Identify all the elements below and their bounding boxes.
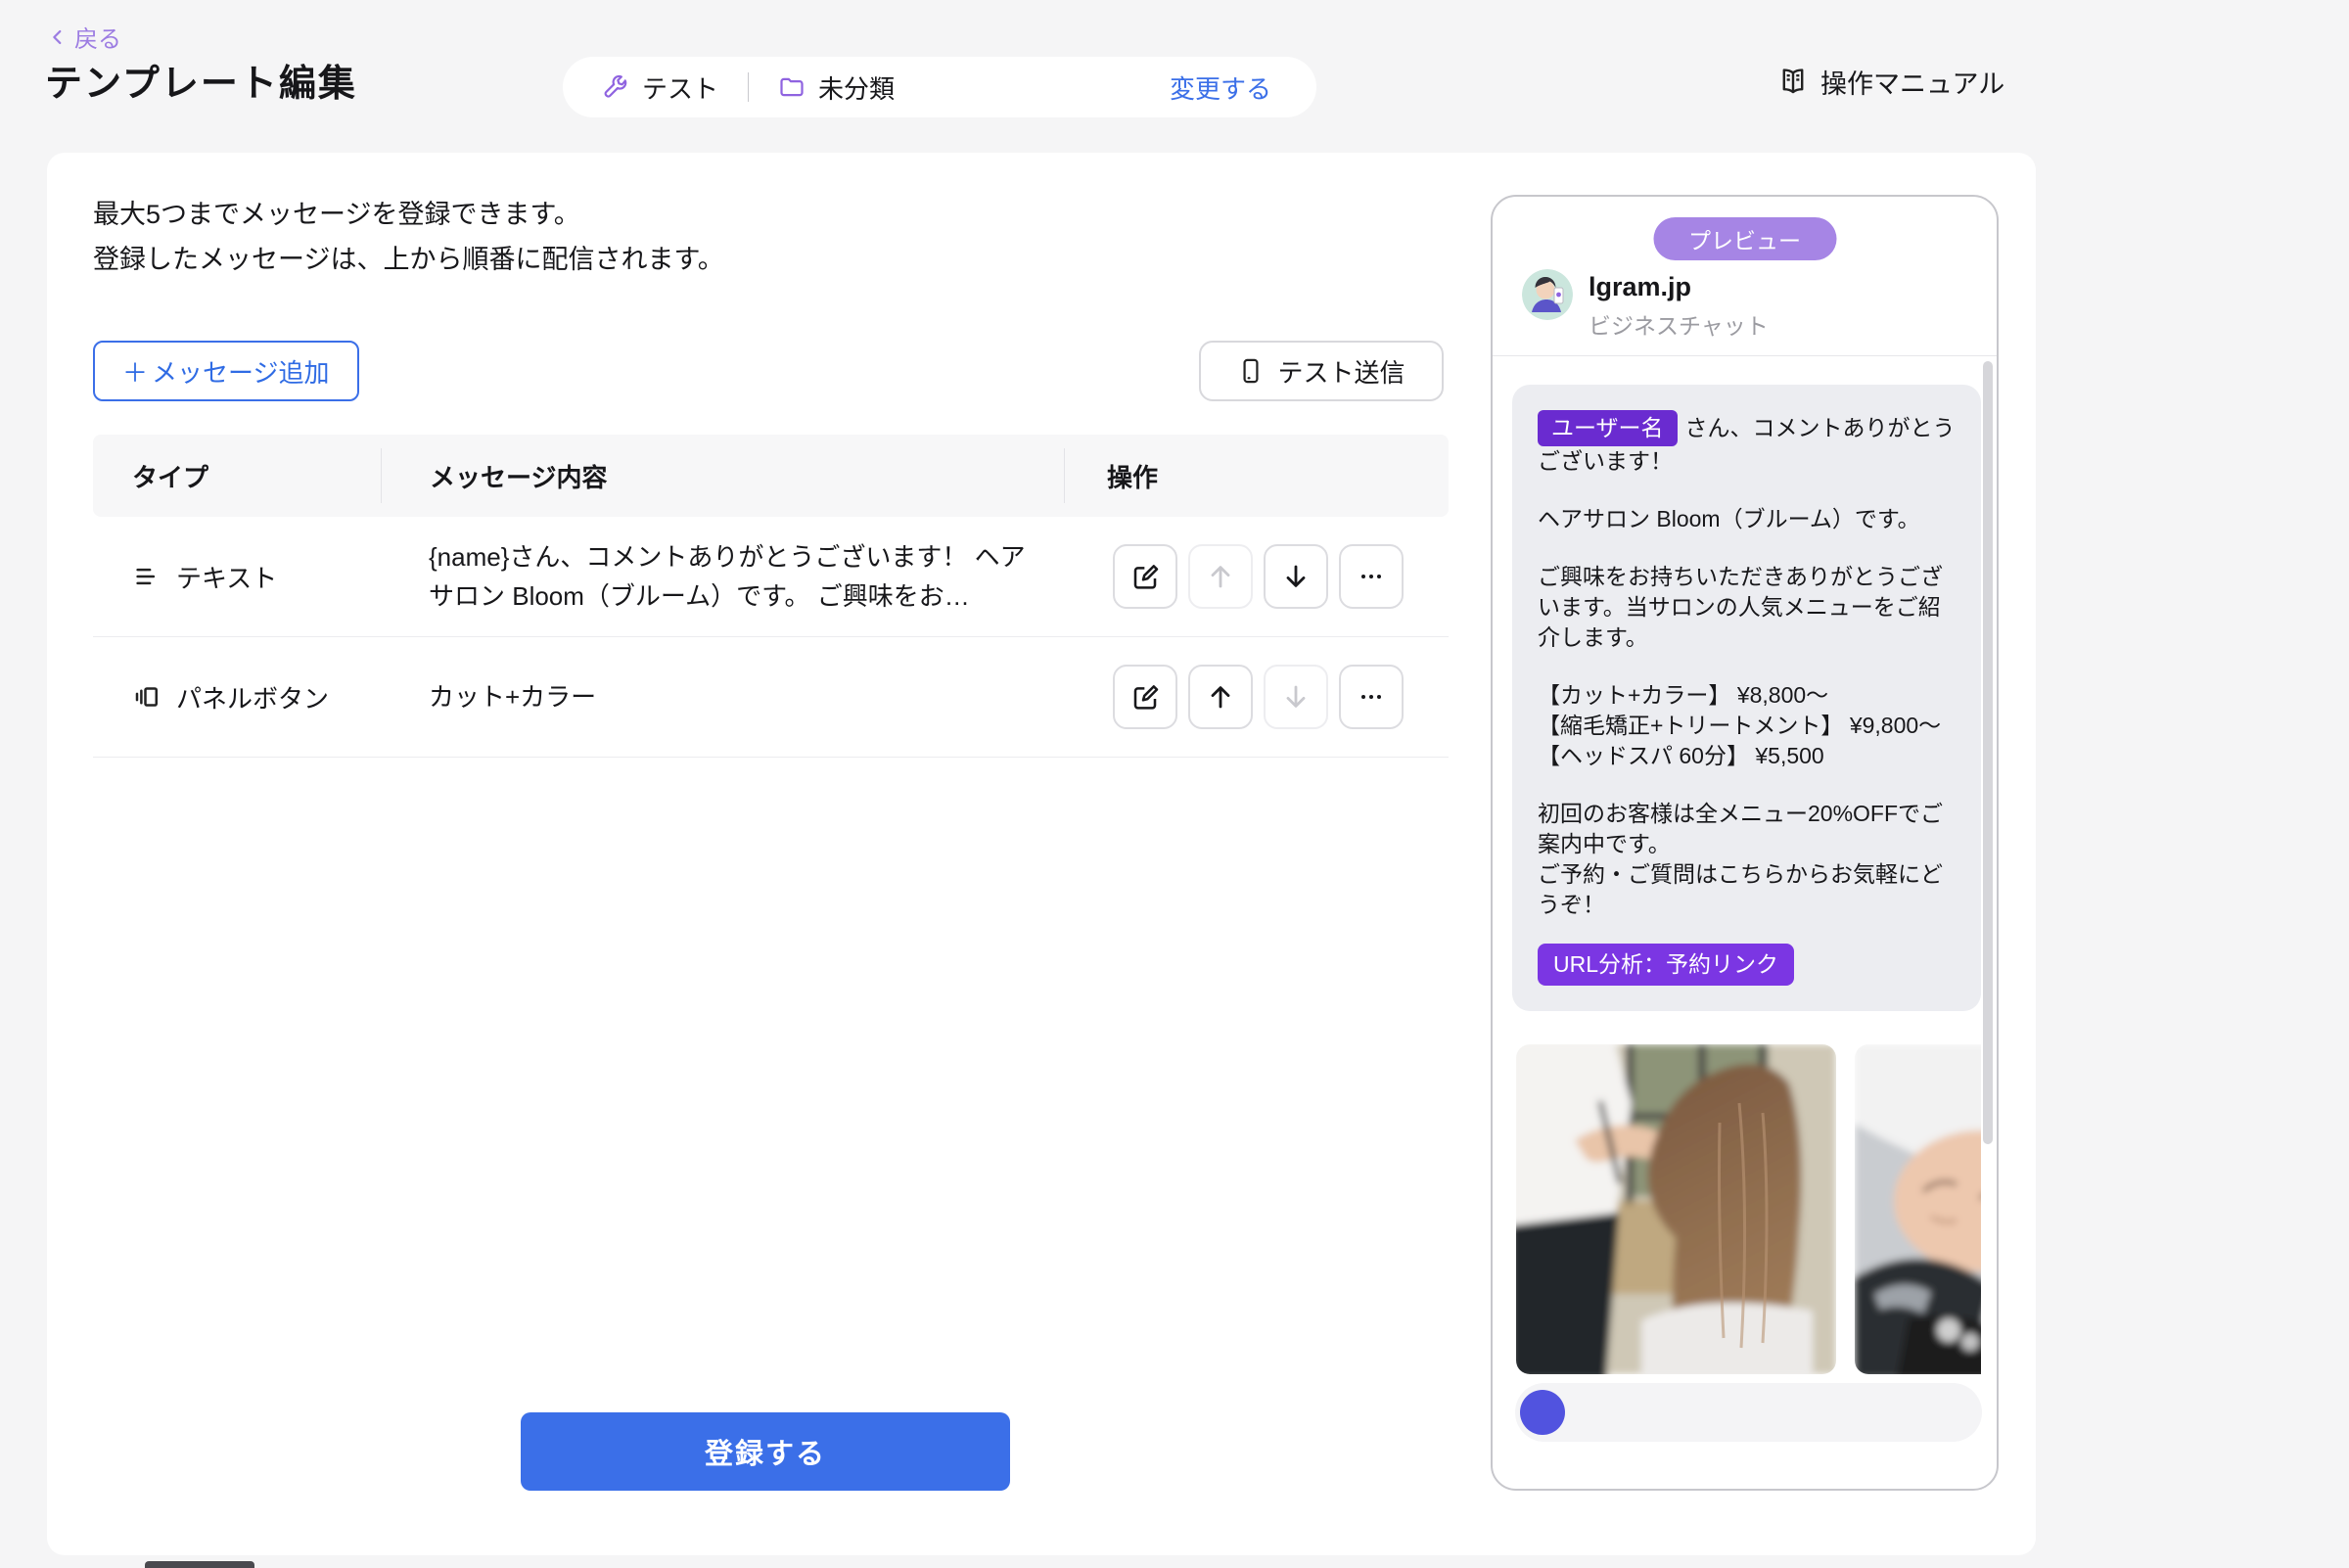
preview-divider (1493, 355, 1997, 356)
instructions: 最大5つまでメッセージを登録できます。 登録したメッセージは、上から順番に配信さ… (93, 192, 724, 282)
carousel-dot[interactable] (1520, 1390, 1565, 1435)
panel-button-icon (132, 682, 161, 712)
plus-icon: ＋ (122, 353, 148, 390)
preview-scrollbar[interactable] (1983, 361, 1993, 1144)
actions-cell (1064, 665, 1449, 729)
message-table: タイプ メッセージ内容 操作 テキスト {name}さん、コメントありがとうござ… (93, 435, 1449, 758)
chat-paragraph-1: ユーザー名さん、コメントありがとうございます！ (1538, 410, 1956, 477)
move-up-button (1188, 544, 1253, 609)
move-down-button[interactable] (1264, 544, 1328, 609)
template-meta-bar: テスト 未分類 変更する (563, 57, 1316, 117)
carousel-image-haircut (1516, 1044, 1836, 1374)
message-content: カット+カラー (381, 677, 1064, 716)
meta-divider (748, 72, 749, 102)
more-button[interactable] (1339, 544, 1404, 609)
chat-menu-list: 【カット+カラー】 ¥8,800〜 【縮毛矯正+トリートメント】 ¥9,800〜… (1538, 680, 1956, 771)
category-label: 未分類 (818, 69, 895, 106)
pencil-square-icon (1129, 681, 1161, 713)
carousel-bar (1515, 1383, 1982, 1442)
table-row: パネルボタン カット+カラー (93, 637, 1449, 758)
back-label: 戻る (74, 20, 121, 54)
chevron-left-icon (47, 26, 69, 48)
avatar (1522, 269, 1573, 320)
preview-badge: プレビュー (1653, 217, 1836, 260)
type-cell: テキスト (93, 559, 381, 595)
pencil-square-icon (1129, 561, 1161, 592)
move-down-button (1264, 665, 1328, 729)
add-message-label: メッセージ追加 (152, 353, 329, 390)
col-actions: 操作 (1064, 448, 1449, 503)
chat-bubble: ユーザー名さん、コメントありがとうございます！ ヘアサロン Bloom（ブルーム… (1512, 385, 1981, 1011)
register-button[interactable]: 登録する (521, 1412, 1010, 1491)
ellipsis-icon (1356, 561, 1387, 592)
move-up-button[interactable] (1188, 665, 1253, 729)
message-content: {name}さん、コメントありがとうございます！ ヘアサロン Bloom（ブルー… (381, 537, 1064, 616)
user-name-badge: ユーザー名 (1538, 410, 1678, 446)
chat-paragraph-2: ヘアサロン Bloom（ブルーム）です。 (1538, 504, 1956, 534)
arrow-up-icon (1205, 561, 1236, 592)
type-label: テキスト (176, 559, 277, 595)
folder-icon (778, 73, 806, 101)
type-label: パネルボタン (176, 679, 329, 715)
test-send-button[interactable]: テスト送信 (1199, 341, 1444, 401)
wrench-icon (602, 73, 629, 101)
template-name: テスト (642, 69, 718, 106)
page-title: テンプレート編集 (45, 53, 357, 107)
bottom-edge-artifact (145, 1561, 254, 1568)
change-template-button[interactable]: 変更する (1170, 69, 1271, 106)
ellipsis-icon (1356, 681, 1387, 713)
arrow-down-icon (1280, 681, 1312, 713)
arrow-up-icon (1205, 681, 1236, 713)
table-header: タイプ メッセージ内容 操作 (93, 435, 1449, 517)
account-name: lgram.jp (1589, 272, 1691, 302)
url-analysis-badge: URL分析：予約リンク (1538, 944, 1794, 986)
col-content: メッセージ内容 (381, 448, 1064, 503)
image-carousel (1516, 1044, 1981, 1374)
edit-button[interactable] (1113, 665, 1177, 729)
type-cell: パネルボタン (93, 679, 381, 715)
chat-paragraph-3: ご興味をお持ちいただきありがとうございます。当サロンの人気メニューをご紹介します… (1538, 562, 1956, 653)
edit-button[interactable] (1113, 544, 1177, 609)
manual-link[interactable]: 操作マニュアル (1776, 63, 2004, 101)
actions-cell (1064, 544, 1449, 609)
open-book-icon (1776, 66, 1810, 99)
manual-label: 操作マニュアル (1820, 63, 2004, 101)
arrow-down-icon (1280, 561, 1312, 592)
back-link[interactable]: 戻る (47, 20, 121, 54)
carousel-image-hairwash (1855, 1044, 1981, 1374)
instructions-line1: 最大5つまでメッセージを登録できます。 (93, 192, 724, 237)
table-row: テキスト {name}さん、コメントありがとうございます！ ヘアサロン Bloo… (93, 517, 1449, 637)
chat-promo: 初回のお客様は全メニュー20%OFFでご案内中です。 ご予約・ご質問はこちらから… (1538, 799, 1956, 920)
preview-panel: プレビュー lgram.jp ビジネスチャット ユーザー名さん、コメントありがと… (1491, 195, 1999, 1491)
text-lines-icon (132, 562, 161, 591)
more-button[interactable] (1339, 665, 1404, 729)
smartphone-icon (1237, 357, 1265, 385)
col-type: タイプ (93, 458, 381, 494)
add-message-button[interactable]: ＋ メッセージ追加 (93, 341, 359, 401)
account-subtitle: ビジネスチャット (1589, 307, 1769, 341)
instructions-line2: 登録したメッセージは、上から順番に配信されます。 (93, 237, 724, 282)
test-send-label: テスト送信 (1277, 353, 1405, 390)
